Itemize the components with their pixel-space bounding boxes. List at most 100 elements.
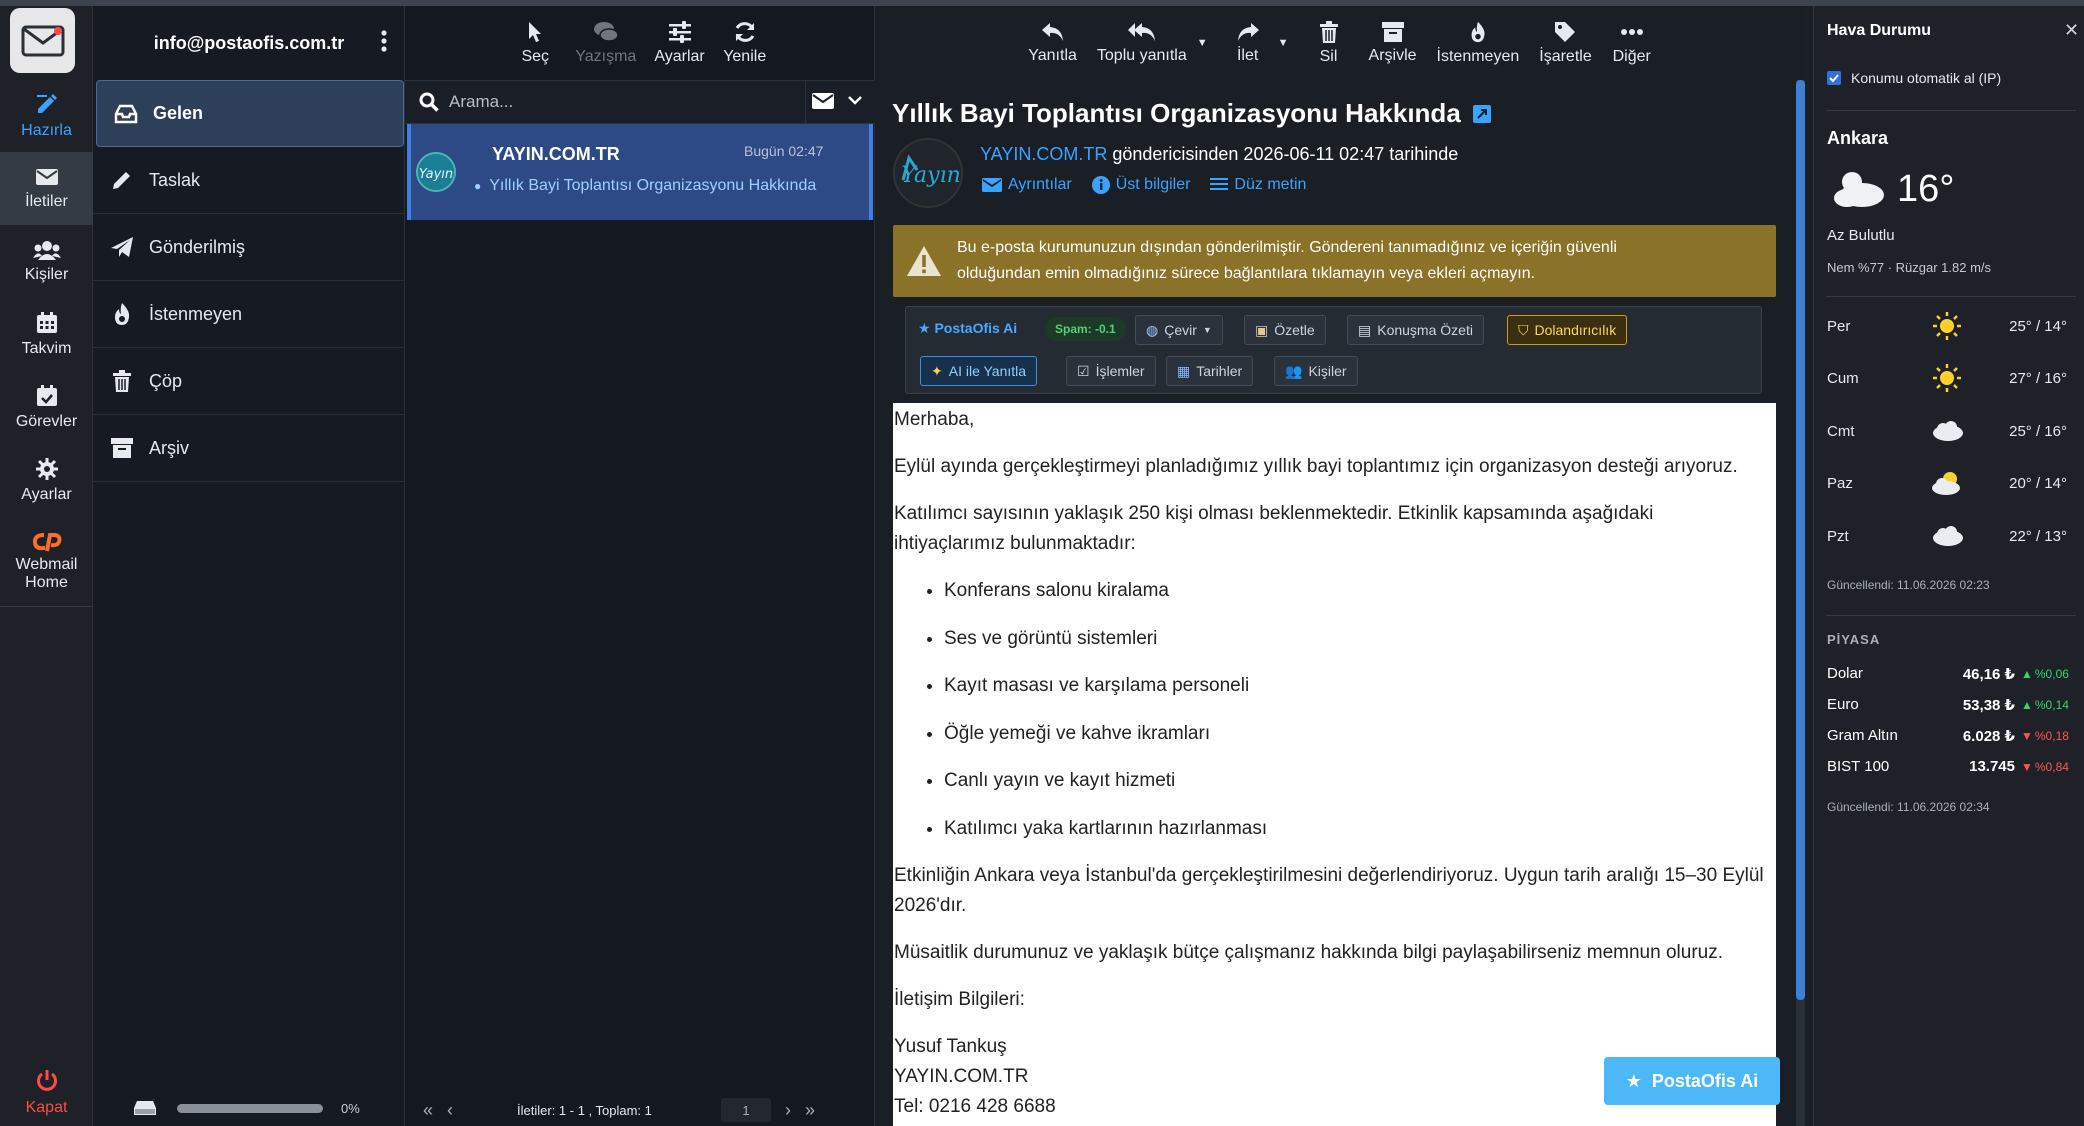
translate-button[interactable]: ◍ Çevir ▼ (1135, 315, 1223, 345)
calendar-icon: ▦ (1177, 362, 1191, 379)
rail-settings[interactable]: Ayarlar (0, 445, 93, 517)
threads-button[interactable]: Yazışma (575, 21, 636, 66)
search-options-chevron-icon[interactable] (848, 96, 862, 106)
prev-page-icon[interactable]: ‹ (447, 1100, 453, 1121)
archive-label: Arşivle (1368, 46, 1417, 64)
plain-text-link[interactable]: Düz metin (1210, 176, 1306, 194)
first-page-icon[interactable]: « (423, 1100, 433, 1121)
forecast-day: Paz (1827, 474, 1853, 492)
headers-link[interactable]: Üst bilgiler (1091, 176, 1191, 194)
trash-icon (107, 370, 137, 392)
page-input[interactable]: 1 (721, 1098, 772, 1122)
tag-icon (1555, 21, 1576, 42)
forecast-temp: 22° / 13° (2009, 527, 2067, 545)
tasks-button[interactable]: ☑ İşlemler (1066, 356, 1156, 386)
refresh-label: Yenile (723, 47, 767, 65)
open-external-icon[interactable] (1472, 104, 1491, 123)
list-item: Konferans salonu kiralama (944, 576, 1776, 606)
rail-tasks-label: Görevler (15, 413, 78, 430)
refresh-button[interactable]: Yenile (723, 21, 767, 66)
dates-button[interactable]: ▦ Tarihler (1166, 356, 1254, 386)
summarize-button[interactable]: ▣ Özetle (1244, 315, 1326, 345)
account-menu-icon[interactable] (381, 30, 387, 52)
select-label: Seç (521, 47, 550, 65)
list-item: Öğle yemeği ve kahve ikramları (944, 719, 1776, 749)
market-value: 53,38 ₺ (1962, 696, 2015, 714)
logout-button[interactable]: Kapat (0, 1062, 93, 1124)
junk-button[interactable]: İstenmeyen (1431, 21, 1526, 66)
headers-label: Üst bilgiler (1115, 176, 1191, 193)
sender-link[interactable]: YAYIN.COM.TR (980, 144, 1107, 164)
contacts-extract-button[interactable]: 👥 Kişiler (1274, 356, 1358, 386)
folder-drafts[interactable]: Taslak (93, 147, 405, 214)
forward-dropdown-icon[interactable]: ▼ (1278, 37, 1289, 49)
message-row[interactable] (407, 124, 873, 220)
mark-button[interactable]: İşaretle (1533, 21, 1597, 66)
search-scope-icon[interactable] (812, 92, 834, 110)
needs-list: Konferans salonu kiralama Ses ve görüntü… (894, 576, 1776, 844)
close-icon[interactable]: ✕ (2064, 20, 2079, 41)
forward-button[interactable]: İlet (1222, 22, 1274, 65)
reply-button[interactable]: Yanıtla (1022, 22, 1083, 65)
message-sender: YAYIN.COM.TR (492, 144, 620, 164)
cloud-icon (1917, 525, 1977, 547)
next-page-icon[interactable]: › (785, 1100, 791, 1121)
rail-compose[interactable]: Hazırla (0, 80, 93, 152)
widget-divider (1826, 110, 2076, 111)
search-input[interactable] (449, 92, 789, 112)
details-link[interactable]: Ayrıntılar (982, 176, 1072, 194)
archive-icon (1381, 21, 1404, 42)
thread-summary-button[interactable]: ▤ Konuşma Özeti (1347, 315, 1484, 345)
reply-all-button[interactable]: Toplu yanıtla (1091, 22, 1193, 65)
folder-archive[interactable]: Arşiv (93, 415, 405, 482)
threads-label: Yazışma (575, 47, 637, 65)
ai-assistant-button[interactable]: ★ PostaOfis Ai (1604, 1057, 1780, 1105)
list-options-button[interactable]: Ayarlar (654, 20, 705, 66)
rail-webmail-home[interactable]: Webmail Home (0, 520, 93, 604)
search-divider (805, 80, 806, 124)
forecast-day: Pzt (1827, 527, 1849, 545)
list-options-label: Ayarlar (654, 47, 705, 65)
forward-label: İlet (1236, 46, 1259, 64)
forecast-day: Cum (1827, 369, 1859, 387)
app-logo[interactable] (10, 8, 75, 73)
market-change: ▼ %0,18 (2021, 729, 2073, 743)
folder-trash[interactable]: Çöp (93, 348, 405, 415)
ai-reply-button[interactable]: ✦ AI ile Yanıtla (920, 356, 1038, 386)
email-subject: Yıllık Bayi Toplantısı Organizasyonu Hak… (892, 98, 1491, 129)
reply-all-dropdown-icon[interactable]: ▼ (1197, 37, 1208, 49)
forecast-row: Cum 27° / 16° (1827, 353, 2067, 403)
rail-contacts[interactable]: Kişiler (0, 226, 93, 298)
quota-percent: 0% (341, 1100, 360, 1116)
fraud-check-button[interactable]: ⛉ Dolandırıcılık (1507, 315, 1628, 345)
folder-junk[interactable]: İstenmeyen (93, 281, 405, 348)
last-page-icon[interactable]: » (805, 1100, 815, 1121)
sender-avatar: Yayın (893, 138, 963, 208)
partly-cloudy-icon (1832, 168, 1886, 208)
select-button[interactable]: Seç (513, 21, 557, 66)
thread-summary-label: Konuşma Özeti (1377, 322, 1473, 338)
account-email[interactable]: info@postaofis.com.tr (93, 6, 405, 80)
mark-label: İşaretle (1539, 47, 1592, 65)
auto-location-checkbox[interactable]: Konumu otomatik al (IP) (1827, 70, 2001, 86)
external-sender-warning: Bu e-posta kurumunuzun dışından gönderil… (893, 225, 1776, 297)
reading-pane-scroll-thumb[interactable] (1796, 80, 1805, 1000)
rail-calendar[interactable]: Takvim (0, 299, 93, 371)
weather-title: Hava Durumu (1827, 22, 1932, 39)
market-name: Euro (1827, 696, 1859, 713)
more-button[interactable]: Diğer (1606, 21, 1658, 66)
message-subject: ● Yıllık Bayi Toplantısı Organizasyonu Ha… (474, 177, 816, 195)
pencil-icon (107, 169, 137, 191)
logout-label: Kapat (25, 1099, 68, 1116)
folder-sent[interactable]: Gönderilmiş (93, 214, 405, 281)
quota-indicator: 0% (93, 1090, 405, 1126)
folder-sent-label: Gönderilmiş (149, 236, 246, 257)
delete-button[interactable]: Sil (1303, 20, 1355, 66)
folder-inbox[interactable]: Gelen (96, 80, 404, 147)
archive-button[interactable]: Arşivle (1363, 21, 1423, 65)
folder-junk-label: İstenmeyen (149, 303, 243, 324)
forecast-temp: 25° / 14° (2009, 317, 2067, 335)
rail-tasks[interactable]: Görevler (0, 372, 93, 444)
rail-webmail-home-label: Webmail Home (15, 556, 78, 591)
rail-mail[interactable]: İletiler (0, 153, 93, 225)
